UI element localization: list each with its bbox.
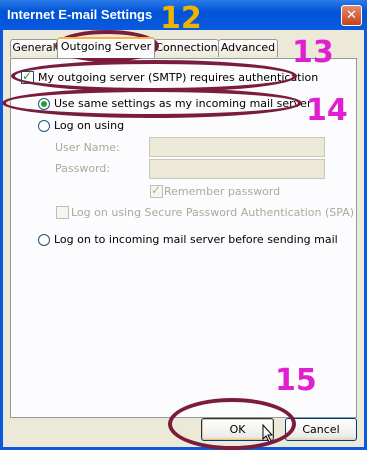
close-icon: ✕	[346, 8, 357, 23]
log-on-using-label[interactable]: Log on using	[54, 119, 124, 132]
user-name-label: User Name:	[55, 141, 120, 154]
tab-outgoing-server[interactable]: Outgoing Server	[57, 37, 155, 58]
dialog-window: Internet E-mail Settings ✕ General Outgo…	[0, 0, 367, 450]
password-label: Password:	[55, 162, 111, 175]
annotation-step-13: 13	[292, 35, 334, 70]
spa-label: Log on using Secure Password Authenticat…	[71, 206, 355, 219]
annotation-ellipse-ok	[168, 398, 296, 450]
close-button[interactable]: ✕	[341, 5, 362, 26]
user-name-field[interactable]	[149, 137, 325, 157]
log-on-incoming-label[interactable]: Log on to incoming mail server before se…	[54, 233, 338, 246]
spa-checkbox[interactable]	[56, 206, 69, 219]
annotation-step-14: 14	[306, 93, 348, 128]
tab-advanced[interactable]: Advanced	[218, 39, 278, 57]
password-field[interactable]	[149, 159, 325, 179]
tab-connection[interactable]: Connection	[154, 39, 219, 57]
log-on-incoming-radio[interactable]	[38, 234, 50, 246]
annotation-step-15: 15	[275, 363, 317, 398]
annotation-step-12: 12	[160, 1, 202, 36]
remember-password-checkbox[interactable]	[150, 183, 163, 198]
tab-general[interactable]: General	[10, 39, 58, 57]
remember-password-label: Remember password	[164, 185, 281, 198]
window-title: Internet E-mail Settings	[7, 7, 153, 22]
log-on-using-radio[interactable]	[38, 120, 50, 132]
annotation-ellipse-same-settings	[2, 88, 302, 118]
